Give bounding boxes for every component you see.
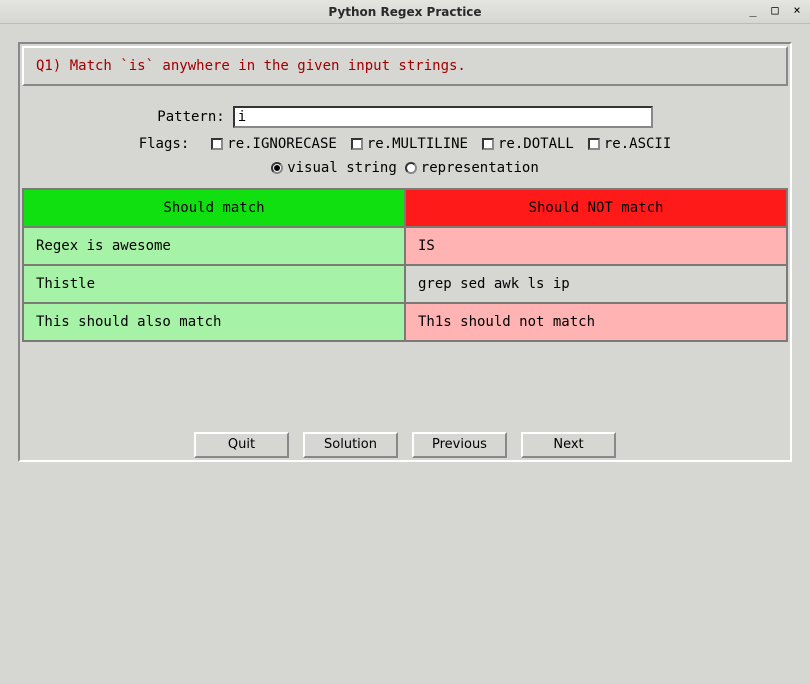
close-icon[interactable]: ×: [788, 2, 806, 20]
maximize-icon[interactable]: □: [766, 2, 784, 20]
flag-label: re.ASCII: [604, 136, 671, 152]
match-cell: Thistle: [23, 265, 405, 303]
pattern-label: Pattern:: [157, 109, 224, 125]
header-should-not-match: Should NOT match: [405, 189, 787, 227]
window-titlebar: Python Regex Practice _ □ ×: [0, 0, 810, 24]
checkbox-icon[interactable]: [588, 138, 600, 150]
pattern-input[interactable]: [233, 106, 653, 128]
radio-label: visual string: [287, 160, 397, 176]
view-mode-row: visual string representation: [22, 160, 788, 176]
header-should-match: Should match: [23, 189, 405, 227]
view-visual-string[interactable]: visual string: [271, 160, 397, 176]
checkbox-icon[interactable]: [351, 138, 363, 150]
client-area: Q1) Match `is` anywhere in the given inp…: [0, 24, 810, 462]
flag-label: re.MULTILINE: [367, 136, 468, 152]
view-representation[interactable]: representation: [405, 160, 539, 176]
nomatch-cell: IS: [405, 227, 787, 265]
table-row: Regex is awesome IS: [23, 227, 787, 265]
radio-icon[interactable]: [405, 162, 417, 174]
results-table: Should match Should NOT match Regex is a…: [22, 188, 788, 342]
match-cell: This should also match: [23, 303, 405, 341]
match-cell: Regex is awesome: [23, 227, 405, 265]
table-row: This should also match Th1s should not m…: [23, 303, 787, 341]
solution-button[interactable]: Solution: [303, 432, 398, 458]
content-frame: Q1) Match `is` anywhere in the given inp…: [18, 42, 792, 462]
previous-button[interactable]: Previous: [412, 432, 507, 458]
flag-dotall[interactable]: re.DOTALL: [482, 136, 574, 152]
minimize-icon[interactable]: _: [744, 2, 762, 20]
checkbox-icon[interactable]: [211, 138, 223, 150]
pattern-row: Pattern:: [22, 106, 788, 128]
nomatch-cell: grep sed awk ls ip: [405, 265, 787, 303]
next-button[interactable]: Next: [521, 432, 616, 458]
checkbox-icon[interactable]: [482, 138, 494, 150]
quit-button[interactable]: Quit: [194, 432, 289, 458]
radio-label: representation: [421, 160, 539, 176]
action-button-row: Quit Solution Previous Next: [22, 432, 788, 458]
window-controls: _ □ ×: [744, 2, 806, 20]
window-title: Python Regex Practice: [0, 5, 810, 19]
nomatch-cell: Th1s should not match: [405, 303, 787, 341]
flag-ascii[interactable]: re.ASCII: [588, 136, 671, 152]
question-box: Q1) Match `is` anywhere in the given inp…: [22, 46, 788, 86]
table-row: Thistle grep sed awk ls ip: [23, 265, 787, 303]
flag-label: re.IGNORECASE: [227, 136, 337, 152]
results-header-row: Should match Should NOT match: [23, 189, 787, 227]
question-text: Q1) Match `is` anywhere in the given inp…: [36, 58, 466, 74]
flags-label: Flags:: [139, 136, 190, 152]
radio-icon[interactable]: [271, 162, 283, 174]
flags-row: Flags: re.IGNORECASE re.MULTILINE re.DOT…: [22, 136, 788, 152]
flag-multiline[interactable]: re.MULTILINE: [351, 136, 468, 152]
flag-label: re.DOTALL: [498, 136, 574, 152]
flag-ignorecase[interactable]: re.IGNORECASE: [211, 136, 337, 152]
